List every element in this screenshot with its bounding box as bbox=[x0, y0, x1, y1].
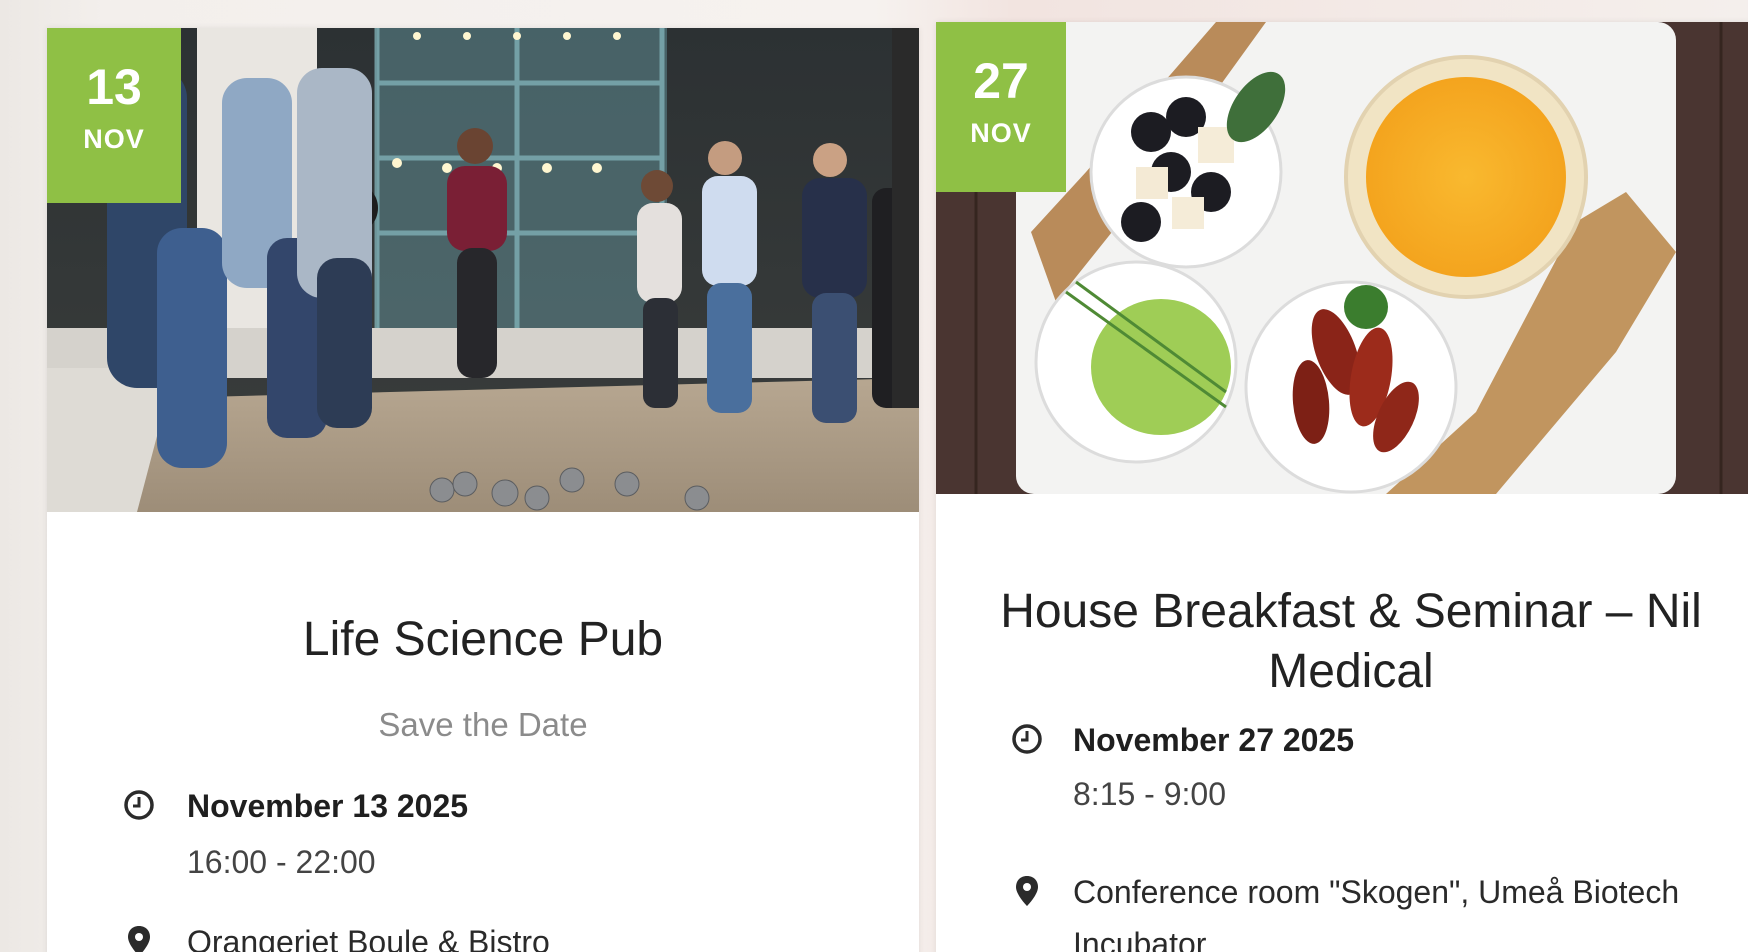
event-title[interactable]: House Breakfast & Seminar – Nil Medical bbox=[936, 582, 1748, 702]
event-time: 8:15 - 9:00 bbox=[1073, 776, 1226, 812]
date-badge-month: NOV bbox=[970, 118, 1032, 148]
event-time: 16:00 - 22:00 bbox=[187, 844, 376, 880]
date-badge: 13 NOV bbox=[47, 28, 181, 203]
event-date: November 27 2025 bbox=[1073, 722, 1355, 758]
map-pin-icon bbox=[122, 924, 156, 952]
clock-icon bbox=[1010, 722, 1044, 756]
event-subtitle: Save the Date bbox=[378, 706, 588, 743]
date-badge: 27 NOV bbox=[936, 22, 1066, 192]
clock-icon bbox=[122, 788, 156, 822]
event-card-life-science-pub[interactable]: 13 NOV Life Science Pub Save the Date No… bbox=[47, 28, 919, 952]
event-location: Conference room "Skogen", Umeå Biotech I… bbox=[1073, 874, 1680, 952]
event-card-house-breakfast[interactable]: 27 NOV House Breakfast & Seminar – Nil M… bbox=[936, 22, 1748, 952]
event-date: November 13 2025 bbox=[187, 788, 469, 824]
date-badge-month: NOV bbox=[83, 124, 145, 154]
event-location: Orangeriet Boule & Bistro bbox=[187, 924, 550, 952]
date-badge-day: 13 bbox=[86, 59, 142, 115]
map-pin-icon bbox=[1010, 874, 1044, 908]
event-title[interactable]: Life Science Pub bbox=[47, 610, 919, 670]
date-badge-day: 27 bbox=[973, 53, 1029, 109]
